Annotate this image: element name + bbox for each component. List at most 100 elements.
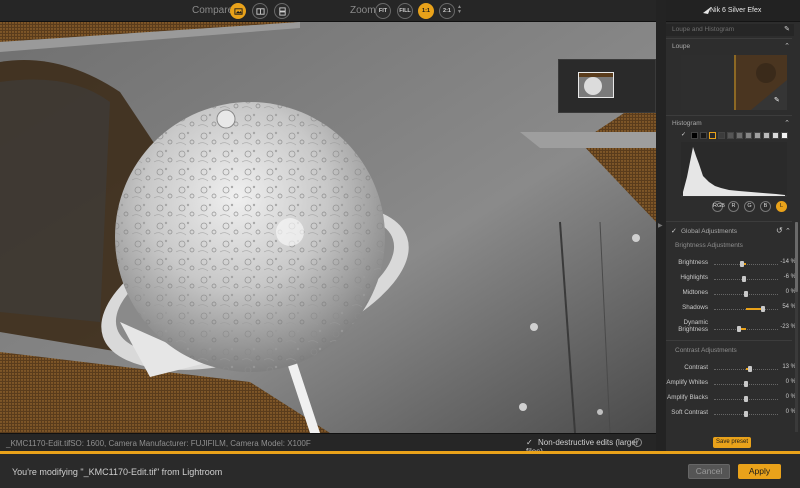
slider-value: 13 % [782,364,796,370]
slider-thumb[interactable] [736,326,741,332]
compare-label: Compare [192,5,234,16]
single-view-icon [233,7,243,15]
channel-rgb-button[interactable]: RGB [712,201,725,212]
slider-amplify-whites[interactable]: Amplify Whites 0 % [666,377,800,389]
zoom-1to1-button[interactable]: 1:1 [418,3,434,19]
save-preset-button[interactable]: Save preset [713,437,751,448]
histogram-header[interactable]: Histogram ⌃ [666,118,794,130]
slider-track[interactable] [714,326,778,332]
slider-thumb[interactable] [742,276,747,282]
lightroom-message: You're modifying "_KMC1170-Edit.tif" fro… [12,467,223,477]
loupe-pin-icon[interactable]: ✎ [774,96,780,104]
slider-thumb[interactable] [744,411,748,417]
slider-track[interactable] [714,366,778,372]
zoom-fill-button[interactable]: FILL [397,3,413,19]
slider-amplify-blacks[interactable]: Amplify Blacks 0 % [666,392,800,404]
slider-label: Brightness [678,259,708,266]
tone-zone[interactable] [772,132,779,139]
chevron-up-icon[interactable]: ⌃ [785,227,791,235]
slider-shadows[interactable]: Shadows 54 % [666,302,800,314]
slider-thumb[interactable] [761,306,766,312]
zoom-stepper[interactable]: ▲ ▼ [457,5,462,17]
loupe-image [681,55,787,110]
slider-label: Amplify Whites [666,379,708,386]
slider-label-line1: Dynamic [683,319,709,326]
slider-track[interactable] [714,261,778,267]
zoom-fit-button[interactable]: FIT [375,3,391,19]
histogram-plot [681,147,787,197]
contrast-adjustments-heading: Contrast Adjustments [675,347,737,354]
cancel-button[interactable]: Cancel [688,464,730,479]
slider-thumb[interactable] [744,291,748,297]
pin-icon[interactable]: ✎ [784,25,790,33]
slider-track[interactable] [714,411,778,417]
slider-soft-contrast[interactable]: Soft Contrast 0 % [666,407,800,419]
tone-zone[interactable] [781,132,788,139]
loupe-preview[interactable] [681,55,787,110]
chevron-down-icon[interactable]: ▼ [457,10,462,15]
tone-zone[interactable] [700,132,707,139]
divider [666,115,792,116]
slider-track[interactable] [714,306,778,312]
slider-value: -14 % [780,259,796,265]
tone-zone[interactable] [727,132,734,139]
collapse-panel-icon[interactable]: ▶ [658,222,663,229]
slider-thumb[interactable] [744,396,748,402]
checkmark-icon[interactable]: ✓ [526,439,534,447]
slider-thumb[interactable] [748,366,753,372]
tone-zone[interactable] [763,132,770,139]
product-name: Nik 6 Silver Efex [710,7,762,14]
tone-zone[interactable] [736,132,743,139]
global-adjustments-header[interactable]: ✓ Global Adjustments ↺ ⌃ [666,226,794,238]
slider-contrast[interactable]: Contrast 13 % [666,362,800,374]
loupe-histogram-header[interactable]: Loupe and Histogram ✎ [666,24,794,36]
histogram-tone-zones[interactable]: ✓ [681,132,788,141]
slider-track[interactable] [714,276,778,282]
silver-efex-window: Compare Zoom FIT FILL 1:1 2:1 ▲ ▼ _KMC11… [0,0,800,488]
channel-g-button[interactable]: G [744,201,755,212]
apply-button[interactable]: Apply [738,464,781,479]
slider-highlights[interactable]: Highlights -6 % [666,272,800,284]
scrollbar-thumb[interactable] [795,222,798,292]
image-canvas[interactable] [0,22,656,433]
slider-brightness[interactable]: Brightness -14 % [666,257,800,269]
channel-r-button[interactable]: R [728,201,739,212]
tone-zone[interactable] [754,132,761,139]
slider-value: 54 % [782,304,796,310]
tone-zone[interactable] [745,132,752,139]
slider-label-line2: Brightness [678,326,708,333]
navigator-thumbnail[interactable] [558,59,656,113]
slider-dynamic-brightness[interactable]: Dynamic Brightness -23 % [666,319,800,334]
navigator-viewport[interactable] [578,72,614,98]
compare-single-view-button[interactable] [230,3,246,19]
panel-scrollbar[interactable] [795,222,798,432]
checkmark-icon[interactable]: ✓ [671,227,677,235]
chevron-up-icon[interactable]: ⌃ [784,42,790,50]
slider-thumb[interactable] [739,261,744,267]
loupe-header[interactable]: Loupe ⌃ [666,41,794,53]
reset-icon[interactable]: ↺ [776,226,783,235]
compare-split-view-button[interactable] [252,3,268,19]
checkmark-icon: ✓ [681,132,687,138]
help-icon[interactable]: ? [633,438,642,447]
chevron-up-icon[interactable]: ⌃ [784,119,790,127]
compare-side-by-side-button[interactable] [274,3,290,19]
tone-zone[interactable] [709,132,716,139]
slider-midtones[interactable]: Midtones 0 % [666,287,800,299]
global-adjustments-label: Global Adjustments [681,228,738,235]
slider-track[interactable] [714,381,778,387]
zoom-2to1-button[interactable]: 2:1 [439,3,455,19]
tone-zone[interactable] [691,132,698,139]
divider [666,340,792,341]
tone-zone[interactable] [718,132,725,139]
slider-label: Contrast [684,364,708,371]
status-metadata: ISO: 1600, Camera Manufacturer: FUJIFILM… [68,439,311,448]
loupe-histogram-label: Loupe and Histogram [672,26,735,33]
slider-track[interactable] [714,291,778,297]
slider-thumb[interactable] [744,381,748,387]
channel-b-button[interactable]: B [760,201,771,212]
status-filename: _KMC1170-Edit.tif [6,439,71,448]
slider-track[interactable] [714,396,778,402]
slider-label: Amplify Blacks [667,394,708,401]
channel-l-button[interactable]: L [776,201,787,212]
